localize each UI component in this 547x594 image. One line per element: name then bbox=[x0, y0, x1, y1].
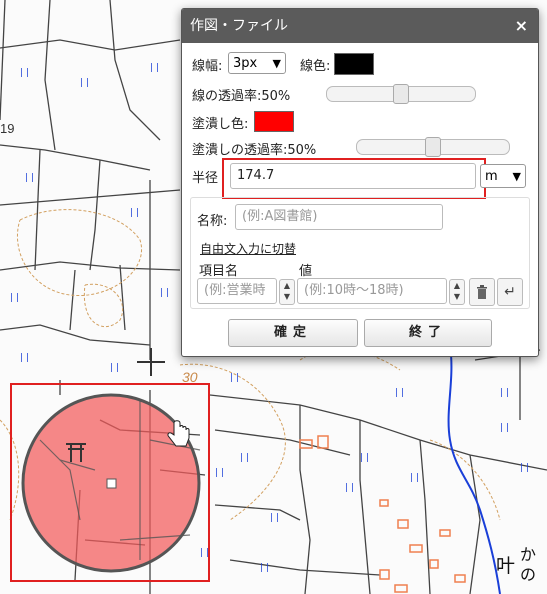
svg-text:| |: | | bbox=[230, 373, 239, 383]
svg-text:| |: | | bbox=[260, 563, 269, 573]
line-width-value: 3px bbox=[233, 56, 258, 71]
svg-text:| |: | | bbox=[130, 208, 139, 218]
name-input[interactable]: (例:A図書館) bbox=[235, 204, 443, 230]
fill-color-swatch[interactable] bbox=[254, 111, 294, 132]
item-name-input[interactable]: (例:営業時 bbox=[197, 278, 277, 304]
svg-text:| |: | | bbox=[20, 68, 29, 78]
value-header: 値 bbox=[299, 264, 313, 279]
radius-label: 半径 bbox=[192, 171, 219, 186]
svg-text:| |: | | bbox=[270, 513, 279, 523]
center-handle-icon[interactable] bbox=[106, 478, 117, 489]
item-spinner[interactable]: ▲ ▼ bbox=[279, 279, 295, 305]
corner-place-char-1: 叶 bbox=[496, 555, 515, 577]
svg-text:| |: | | bbox=[360, 453, 369, 463]
fill-opacity-label: 塗潰しの透過率:50% bbox=[192, 143, 317, 158]
value-spinner[interactable]: ▲ ▼ bbox=[449, 279, 465, 305]
contour-label: 30 bbox=[182, 369, 198, 385]
svg-text:| |: | | bbox=[500, 423, 509, 433]
svg-text:| |: | | bbox=[110, 363, 119, 373]
exit-button[interactable]: 終了 bbox=[364, 319, 492, 347]
radius-unit-select[interactable]: m ▼ bbox=[480, 164, 526, 188]
svg-text:| |: | | bbox=[10, 293, 19, 303]
name-label: 名称: bbox=[197, 214, 228, 229]
attribute-group: 名称: (例:A図書館) 自由文入力に切替 項目名 値 (例:営業時 ▲ ▼ (例… bbox=[190, 197, 530, 309]
radius-unit-value: m bbox=[485, 169, 498, 184]
map-number-label: 19 bbox=[0, 121, 14, 136]
svg-text:| |: | | bbox=[215, 468, 224, 478]
chevron-down-icon: ▼ bbox=[272, 57, 281, 70]
enter-icon[interactable]: ↵ bbox=[497, 278, 523, 306]
line-color-label: 線色: bbox=[300, 59, 331, 74]
fill-opacity-slider-handle[interactable] bbox=[425, 137, 441, 157]
svg-text:| |: | | bbox=[240, 453, 249, 463]
line-opacity-slider-handle[interactable] bbox=[393, 84, 409, 104]
trash-icon[interactable] bbox=[469, 278, 495, 306]
dialog-titlebar[interactable]: 作図・ファイル × bbox=[182, 9, 538, 43]
value-input[interactable]: (例:10時～18時) bbox=[297, 278, 447, 304]
fill-color-label: 塗潰し色: bbox=[192, 117, 249, 132]
svg-text:| |: | | bbox=[150, 63, 159, 73]
dialog-title: 作図・ファイル bbox=[190, 18, 288, 34]
free-input-link[interactable]: 自由文入力に切替 bbox=[200, 240, 296, 257]
svg-text:| |: | | bbox=[520, 463, 529, 473]
radius-input[interactable]: 174.7 bbox=[230, 163, 476, 189]
close-icon[interactable]: × bbox=[515, 9, 528, 43]
chevron-down-icon: ▼ bbox=[512, 170, 521, 183]
fill-opacity-slider[interactable] bbox=[356, 137, 510, 157]
svg-text:| |: | | bbox=[25, 173, 34, 183]
confirm-button[interactable]: 確定 bbox=[228, 319, 358, 347]
svg-text:| |: | | bbox=[345, 483, 354, 493]
corner-place-char-3: の bbox=[520, 565, 536, 584]
corner-place-char-2: か bbox=[520, 545, 536, 564]
line-opacity-label: 線の透過率:50% bbox=[192, 89, 291, 104]
line-color-swatch[interactable] bbox=[334, 53, 374, 75]
line-width-label: 線幅: bbox=[192, 59, 223, 74]
svg-text:| |: | | bbox=[500, 388, 509, 398]
svg-text:| |: | | bbox=[200, 548, 209, 558]
svg-text:| |: | | bbox=[410, 473, 419, 483]
svg-text:| |: | | bbox=[20, 353, 29, 363]
svg-text:| |: | | bbox=[80, 78, 89, 88]
draw-file-dialog: 作図・ファイル × 線幅: 3px ▼ 線色: 線の透過率:50% 塗潰し色: … bbox=[181, 8, 539, 357]
line-width-select[interactable]: 3px ▼ bbox=[228, 52, 286, 74]
svg-text:| |: | | bbox=[395, 388, 404, 398]
svg-text:| |: | | bbox=[160, 288, 169, 298]
item-name-header: 項目名 bbox=[199, 264, 239, 279]
line-opacity-slider[interactable] bbox=[326, 84, 476, 104]
